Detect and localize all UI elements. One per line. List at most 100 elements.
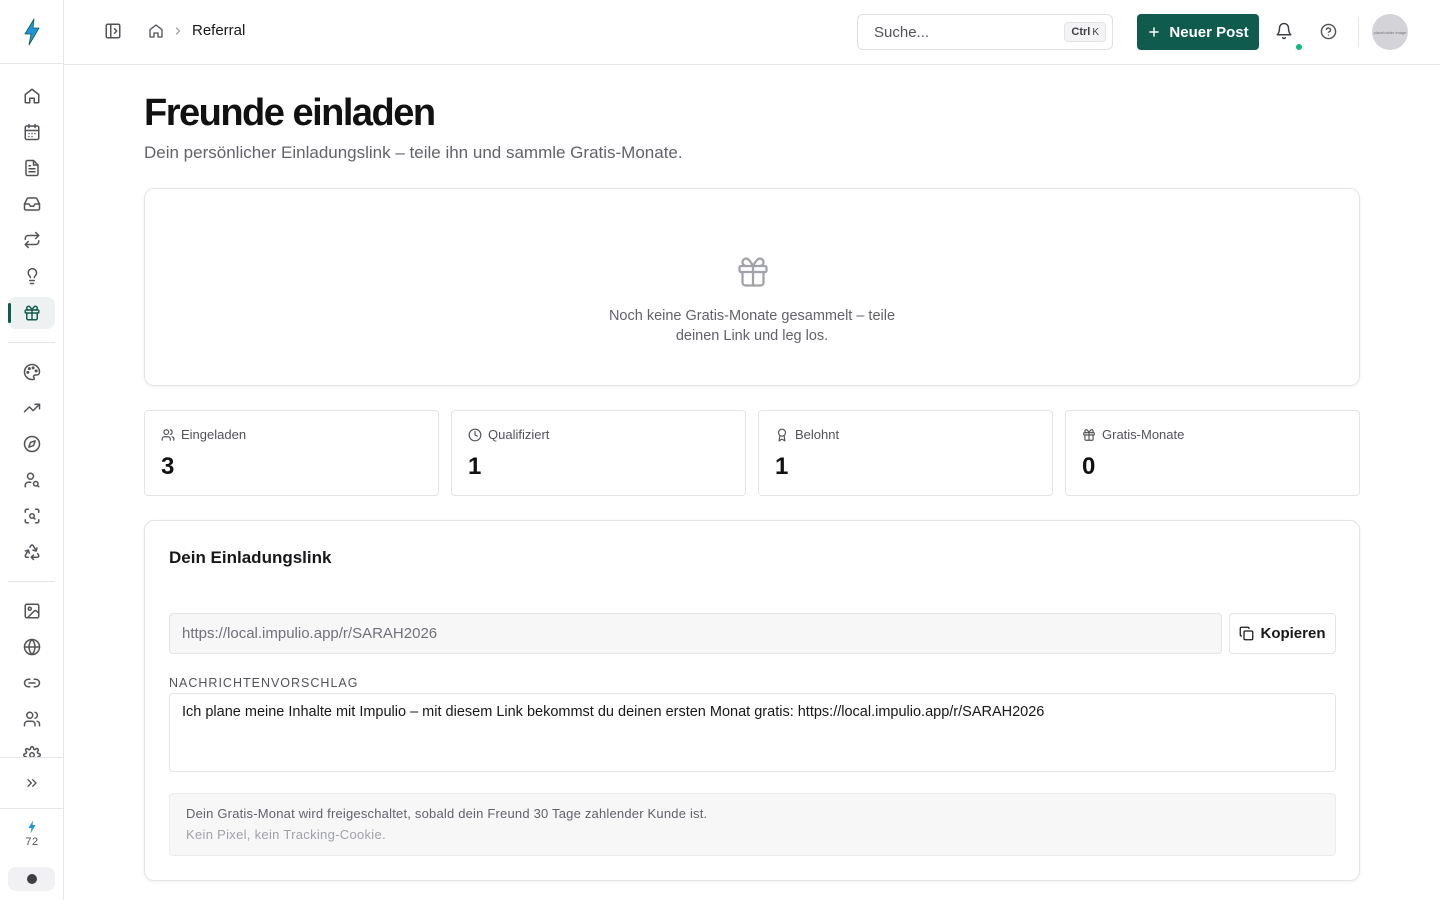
sidebar-item-links[interactable] — [8, 667, 55, 699]
app-logo[interactable] — [0, 0, 64, 64]
award-icon — [777, 428, 787, 441]
search-shortcut-badge: Ctrl K — [1064, 22, 1106, 42]
lightning-logo-icon — [24, 18, 40, 45]
breadcrumb-current: Referral — [192, 22, 246, 39]
page-title: Freunde einladen — [144, 92, 436, 134]
sidebar-item-inbox[interactable] — [8, 188, 55, 220]
sidebar-item-documents[interactable] — [8, 152, 55, 184]
stat-card-free-months: Gratis-Monate 0 — [1065, 410, 1360, 496]
sidebar: 72 — [0, 0, 64, 900]
search-input[interactable]: Suche... Ctrl K — [857, 14, 1113, 50]
lightning-icon — [28, 820, 36, 834]
status-dot — [26, 874, 37, 884]
breadcrumb: Referral — [148, 22, 245, 39]
link-icon — [23, 678, 40, 688]
sidebar-item-media[interactable] — [8, 595, 55, 627]
gift-icon — [24, 305, 39, 321]
expand-sidebar-button[interactable] — [8, 767, 55, 799]
home-icon — [24, 88, 39, 104]
sidebar-item-scan[interactable] — [8, 500, 55, 532]
sidebar-item-explore[interactable] — [8, 428, 55, 460]
help-circle-icon — [1320, 23, 1337, 40]
notification-dot — [1296, 44, 1302, 50]
stat-label: Qualifiziert — [468, 427, 549, 442]
page-subtitle: Dein persönlicher Einladungslink – teile… — [144, 143, 683, 162]
sidebar-item-calendar[interactable] — [8, 116, 55, 148]
trending-up-icon — [23, 403, 40, 413]
stat-card-rewarded: Belohnt 1 — [758, 410, 1053, 496]
repeat-icon — [24, 231, 39, 249]
sidebar-divider — [0, 808, 63, 809]
stat-label: Belohnt — [775, 427, 839, 442]
users-icon — [161, 428, 175, 441]
sidebar-divider — [8, 342, 55, 343]
message-suggestion-textarea[interactable]: Ich plane meine Inhalte mit Impulio – mi… — [169, 693, 1336, 772]
scan-search-icon — [24, 508, 39, 524]
sidebar-item-repeat[interactable] — [8, 224, 55, 256]
notifications-button[interactable] — [1275, 22, 1293, 40]
stat-value: 1 — [775, 453, 789, 480]
sidebar-divider — [0, 757, 63, 758]
credits-indicator[interactable]: 72 — [0, 820, 64, 848]
new-post-label: Neuer Post — [1169, 23, 1249, 41]
sidebar-item-settings[interactable] — [8, 739, 55, 757]
stat-label: Gratis-Monate — [1082, 427, 1184, 442]
sidebar-item-brand[interactable] — [8, 356, 55, 388]
message-suggestion-label: NACHRICHTENVORSCHLAG — [169, 676, 359, 690]
empty-state-text: Noch keine Gratis-Monate gesammelt – tei… — [608, 308, 896, 344]
sidebar-item-recycle[interactable] — [8, 536, 55, 568]
home-icon — [149, 23, 163, 38]
inbox-icon — [23, 197, 40, 211]
lightbulb-icon — [27, 267, 37, 285]
globe-icon — [23, 638, 40, 656]
rewards-empty-state-card: Noch keine Gratis-Monate gesammelt – tei… — [144, 188, 1360, 386]
breadcrumb-home-link[interactable] — [148, 23, 164, 39]
users-icon — [23, 711, 40, 727]
sidebar-item-ideas[interactable] — [8, 260, 55, 292]
reward-info-note: Dein Gratis-Monat wird freigeschaltet, s… — [169, 793, 1336, 856]
gift-icon — [738, 257, 768, 287]
chevron-right-icon — [175, 26, 181, 35]
invite-link-title: Dein Einladungslink — [169, 548, 332, 567]
status-toggle[interactable] — [8, 867, 55, 891]
stat-value: 0 — [1082, 453, 1096, 480]
copy-button-label: Kopieren — [1260, 625, 1326, 642]
help-button[interactable] — [1320, 23, 1337, 40]
palette-icon — [23, 363, 40, 381]
toggle-sidebar-button[interactable] — [104, 22, 122, 40]
invite-link-field[interactable]: https://local.impulio.app/r/SARAH2026 — [169, 613, 1222, 654]
user-search-icon — [24, 472, 39, 488]
sidebar-item-referral[interactable] — [8, 297, 55, 329]
compass-icon — [23, 435, 40, 453]
sidebar-item-home[interactable] — [8, 80, 55, 112]
stat-value: 3 — [161, 453, 175, 480]
chevrons-right-icon — [26, 779, 37, 787]
panel-left-icon — [105, 23, 121, 39]
document-icon — [24, 159, 39, 177]
sidebar-divider — [8, 581, 55, 582]
privacy-note-text: Kein Pixel, kein Tracking-Cookie. — [186, 827, 386, 842]
avatar[interactable]: placeholder image — [1372, 14, 1408, 50]
reward-condition-text: Dein Gratis-Monat wird freigeschaltet, s… — [186, 806, 708, 821]
new-post-button[interactable]: Neuer Post — [1137, 14, 1259, 50]
bell-icon — [1276, 22, 1292, 40]
sidebar-item-analytics[interactable] — [8, 392, 55, 424]
clock-icon — [468, 428, 482, 441]
stat-value: 1 — [468, 453, 482, 480]
stat-label: Eingeladen — [161, 427, 246, 442]
search-placeholder: Suche... — [874, 23, 930, 41]
recycle-icon — [23, 544, 40, 561]
avatar-placeholder-text: placeholder image — [1373, 29, 1407, 35]
settings-icon — [22, 746, 41, 757]
sidebar-item-web[interactable] — [8, 631, 55, 663]
header-divider — [1358, 17, 1359, 47]
copy-icon — [1240, 626, 1254, 641]
stat-card-invited: Eingeladen 3 — [144, 410, 439, 496]
copy-link-button[interactable]: Kopieren — [1229, 613, 1336, 654]
plus-icon — [1149, 27, 1160, 37]
sidebar-item-audience[interactable] — [8, 464, 55, 496]
image-icon — [24, 603, 39, 619]
hero-gift-icon-wrap — [735, 254, 771, 290]
credits-count: 72 — [25, 836, 39, 848]
sidebar-item-team[interactable] — [8, 703, 55, 735]
